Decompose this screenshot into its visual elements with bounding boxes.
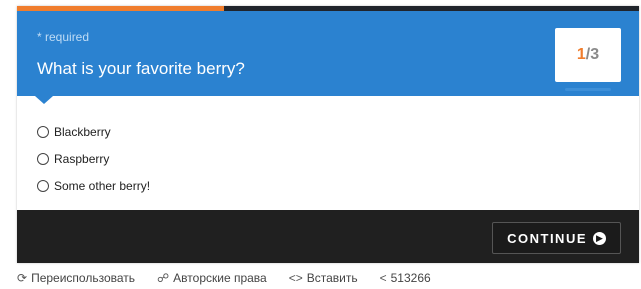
code-icon: <> bbox=[288, 271, 303, 285]
share-count: 513266 bbox=[390, 271, 431, 285]
continue-label: CONTINUE bbox=[507, 230, 587, 246]
counter-underline bbox=[565, 88, 611, 91]
option-label: Raspberry bbox=[54, 151, 110, 166]
answer-options: Blackberry Raspberry Some other berry! bbox=[37, 118, 150, 199]
continue-button[interactable]: CONTINUE ▶ bbox=[492, 222, 621, 254]
embed-link[interactable]: <> Вставить bbox=[289, 271, 358, 285]
reuse-label: Переиспользовать bbox=[31, 271, 136, 285]
refresh-icon: ⟳ bbox=[17, 271, 28, 285]
chevron-right-circle-icon: ▶ bbox=[593, 231, 606, 245]
option-blackberry[interactable]: Blackberry bbox=[37, 118, 150, 145]
question-counter: 1/3 bbox=[555, 28, 621, 82]
question-header: * required What is your favorite berry? … bbox=[17, 11, 639, 104]
bottom-toolbar: ⟳ Переиспользовать ☍ Авторские права <> … bbox=[17, 268, 431, 288]
radio-button[interactable] bbox=[37, 152, 49, 165]
share-icon: < bbox=[379, 271, 387, 285]
copyright-icon: ☍ bbox=[157, 271, 170, 285]
option-other-berry[interactable]: Some other berry! bbox=[37, 172, 150, 199]
counter-current: 1 bbox=[576, 46, 586, 63]
survey-widget: * required What is your favorite berry? … bbox=[17, 6, 639, 263]
option-label: Blackberry bbox=[54, 124, 111, 139]
required-label: * required bbox=[37, 30, 90, 44]
radio-button[interactable] bbox=[37, 125, 49, 138]
survey-footer: CONTINUE ▶ bbox=[17, 210, 639, 263]
embed-label: Вставить bbox=[306, 271, 358, 285]
reuse-link[interactable]: ⟳ Переиспользовать bbox=[17, 271, 135, 285]
option-raspberry[interactable]: Raspberry bbox=[37, 145, 150, 172]
question-title: What is your favorite berry? bbox=[37, 59, 245, 78]
option-label: Some other berry! bbox=[54, 178, 151, 193]
counter-total: 3 bbox=[590, 46, 600, 63]
copyright-link[interactable]: ☍ Авторские права bbox=[157, 271, 267, 285]
copyright-label: Авторские права bbox=[173, 271, 267, 285]
radio-button[interactable] bbox=[37, 179, 49, 192]
share-link[interactable]: < 513266 bbox=[380, 271, 431, 285]
